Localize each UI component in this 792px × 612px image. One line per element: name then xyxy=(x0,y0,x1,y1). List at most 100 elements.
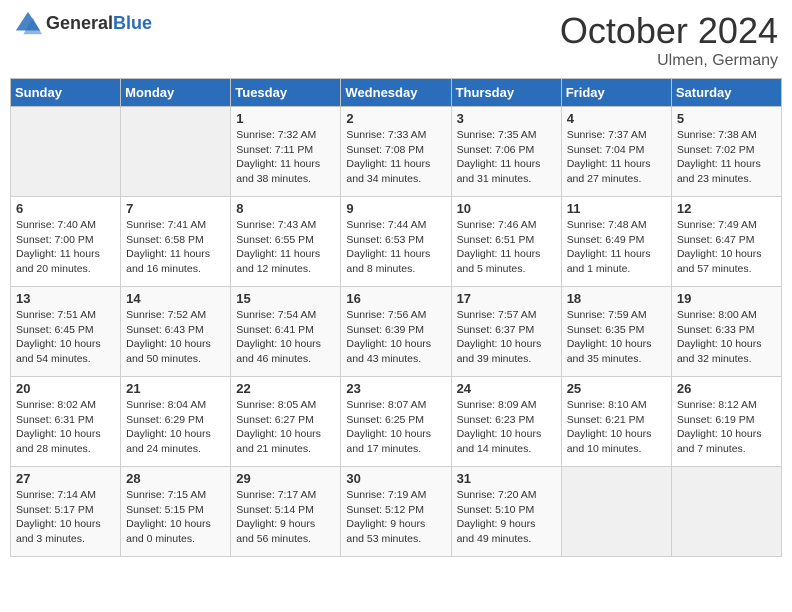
calendar-day-cell xyxy=(11,107,121,197)
day-info: Sunrise: 7:59 AM Sunset: 6:35 PM Dayligh… xyxy=(567,308,666,367)
day-info: Sunrise: 8:05 AM Sunset: 6:27 PM Dayligh… xyxy=(236,398,335,457)
day-info: Sunrise: 8:04 AM Sunset: 6:29 PM Dayligh… xyxy=(126,398,225,457)
day-number: 23 xyxy=(346,381,445,396)
day-number: 31 xyxy=(457,471,556,486)
day-info: Sunrise: 7:35 AM Sunset: 7:06 PM Dayligh… xyxy=(457,128,556,187)
location-title: Ulmen, Germany xyxy=(560,52,778,70)
day-number: 9 xyxy=(346,201,445,216)
day-info: Sunrise: 8:09 AM Sunset: 6:23 PM Dayligh… xyxy=(457,398,556,457)
day-info: Sunrise: 8:07 AM Sunset: 6:25 PM Dayligh… xyxy=(346,398,445,457)
calendar-day-cell: 22 Sunrise: 8:05 AM Sunset: 6:27 PM Dayli… xyxy=(231,377,341,467)
day-number: 12 xyxy=(677,201,776,216)
day-of-week-header: Monday xyxy=(121,79,231,107)
day-info: Sunrise: 7:49 AM Sunset: 6:47 PM Dayligh… xyxy=(677,218,776,277)
calendar-day-cell: 6 Sunrise: 7:40 AM Sunset: 7:00 PM Daylig… xyxy=(11,197,121,287)
day-number: 17 xyxy=(457,291,556,306)
day-number: 5 xyxy=(677,111,776,126)
calendar-week-row: 20 Sunrise: 8:02 AM Sunset: 6:31 PM Dayli… xyxy=(11,377,782,467)
calendar-day-cell: 16Sunrise: 7:56 AM Sunset: 6:39 PM Dayli… xyxy=(341,287,451,377)
day-of-week-header: Friday xyxy=(561,79,671,107)
calendar-day-cell: 5 Sunrise: 7:38 AM Sunset: 7:02 PM Daylig… xyxy=(671,107,781,197)
day-number: 15 xyxy=(236,291,335,306)
day-number: 6 xyxy=(16,201,115,216)
calendar-week-row: 27 Sunrise: 7:14 AM Sunset: 5:17 PM Dayli… xyxy=(11,467,782,557)
calendar-table: SundayMondayTuesdayWednesdayThursdayFrid… xyxy=(10,78,782,557)
day-info: Sunrise: 7:32 AM Sunset: 7:11 PM Dayligh… xyxy=(236,128,335,187)
calendar-day-cell: 23 Sunrise: 8:07 AM Sunset: 6:25 PM Dayli… xyxy=(341,377,451,467)
day-info: Sunrise: 7:44 AM Sunset: 6:53 PM Dayligh… xyxy=(346,218,445,277)
logo: GeneralBlue xyxy=(14,10,152,38)
day-info: Sunrise: 7:15 AM Sunset: 5:15 PM Dayligh… xyxy=(126,488,225,547)
calendar-day-cell xyxy=(671,467,781,557)
day-of-week-header: Sunday xyxy=(11,79,121,107)
calendar-day-cell: 20 Sunrise: 8:02 AM Sunset: 6:31 PM Dayli… xyxy=(11,377,121,467)
title-area: October 2024 Ulmen, Germany xyxy=(560,10,778,70)
day-info: Sunrise: 7:40 AM Sunset: 7:00 PM Dayligh… xyxy=(16,218,115,277)
day-info: Sunrise: 7:19 AM Sunset: 5:12 PM Dayligh… xyxy=(346,488,445,547)
calendar-day-cell: 4 Sunrise: 7:37 AM Sunset: 7:04 PM Daylig… xyxy=(561,107,671,197)
day-number: 21 xyxy=(126,381,225,396)
calendar-day-cell: 28 Sunrise: 7:15 AM Sunset: 5:15 PM Dayli… xyxy=(121,467,231,557)
day-info: Sunrise: 8:00 AM Sunset: 6:33 PM Dayligh… xyxy=(677,308,776,367)
day-number: 22 xyxy=(236,381,335,396)
day-number: 29 xyxy=(236,471,335,486)
day-info: Sunrise: 8:02 AM Sunset: 6:31 PM Dayligh… xyxy=(16,398,115,457)
day-info: Sunrise: 7:48 AM Sunset: 6:49 PM Dayligh… xyxy=(567,218,666,277)
calendar-day-cell: 9 Sunrise: 7:44 AM Sunset: 6:53 PM Daylig… xyxy=(341,197,451,287)
calendar-day-cell: 13Sunrise: 7:51 AM Sunset: 6:45 PM Dayli… xyxy=(11,287,121,377)
calendar-day-cell: 15 Sunrise: 7:54 AM Sunset: 6:41 PM Dayli… xyxy=(231,287,341,377)
day-number: 25 xyxy=(567,381,666,396)
day-number: 27 xyxy=(16,471,115,486)
calendar-day-cell: 11Sunrise: 7:48 AM Sunset: 6:49 PM Dayli… xyxy=(561,197,671,287)
day-info: Sunrise: 7:54 AM Sunset: 6:41 PM Dayligh… xyxy=(236,308,335,367)
day-number: 28 xyxy=(126,471,225,486)
day-number: 30 xyxy=(346,471,445,486)
calendar-day-cell: 8Sunrise: 7:43 AM Sunset: 6:55 PM Daylig… xyxy=(231,197,341,287)
calendar-header-row: SundayMondayTuesdayWednesdayThursdayFrid… xyxy=(11,79,782,107)
day-info: Sunrise: 8:12 AM Sunset: 6:19 PM Dayligh… xyxy=(677,398,776,457)
calendar-day-cell: 19Sunrise: 8:00 AM Sunset: 6:33 PM Dayli… xyxy=(671,287,781,377)
calendar-day-cell: 24 Sunrise: 8:09 AM Sunset: 6:23 PM Dayli… xyxy=(451,377,561,467)
header: GeneralBlue October 2024 Ulmen, Germany xyxy=(10,10,782,70)
day-info: Sunrise: 7:17 AM Sunset: 5:14 PM Dayligh… xyxy=(236,488,335,547)
day-info: Sunrise: 7:38 AM Sunset: 7:02 PM Dayligh… xyxy=(677,128,776,187)
day-of-week-header: Tuesday xyxy=(231,79,341,107)
day-info: Sunrise: 7:41 AM Sunset: 6:58 PM Dayligh… xyxy=(126,218,225,277)
day-of-week-header: Thursday xyxy=(451,79,561,107)
calendar-day-cell xyxy=(561,467,671,557)
day-info: Sunrise: 7:37 AM Sunset: 7:04 PM Dayligh… xyxy=(567,128,666,187)
day-number: 20 xyxy=(16,381,115,396)
day-number: 2 xyxy=(346,111,445,126)
calendar-day-cell: 2 Sunrise: 7:33 AM Sunset: 7:08 PM Daylig… xyxy=(341,107,451,197)
day-of-week-header: Saturday xyxy=(671,79,781,107)
calendar-day-cell: 18 Sunrise: 7:59 AM Sunset: 6:35 PM Dayli… xyxy=(561,287,671,377)
calendar-day-cell: 21 Sunrise: 8:04 AM Sunset: 6:29 PM Dayli… xyxy=(121,377,231,467)
month-title: October 2024 xyxy=(560,10,778,52)
calendar-week-row: 13Sunrise: 7:51 AM Sunset: 6:45 PM Dayli… xyxy=(11,287,782,377)
day-number: 1 xyxy=(236,111,335,126)
day-info: Sunrise: 7:33 AM Sunset: 7:08 PM Dayligh… xyxy=(346,128,445,187)
day-number: 4 xyxy=(567,111,666,126)
calendar-week-row: 6 Sunrise: 7:40 AM Sunset: 7:00 PM Daylig… xyxy=(11,197,782,287)
day-info: Sunrise: 8:10 AM Sunset: 6:21 PM Dayligh… xyxy=(567,398,666,457)
calendar-day-cell: 30 Sunrise: 7:19 AM Sunset: 5:12 PM Dayli… xyxy=(341,467,451,557)
calendar-day-cell xyxy=(121,107,231,197)
logo-blue-text: Blue xyxy=(113,13,152,33)
logo-icon xyxy=(14,10,42,38)
calendar-day-cell: 25 Sunrise: 8:10 AM Sunset: 6:21 PM Dayli… xyxy=(561,377,671,467)
calendar-day-cell: 31Sunrise: 7:20 AM Sunset: 5:10 PM Dayli… xyxy=(451,467,561,557)
day-of-week-header: Wednesday xyxy=(341,79,451,107)
day-number: 24 xyxy=(457,381,556,396)
day-number: 10 xyxy=(457,201,556,216)
calendar-day-cell: 10Sunrise: 7:46 AM Sunset: 6:51 PM Dayli… xyxy=(451,197,561,287)
day-number: 7 xyxy=(126,201,225,216)
day-number: 13 xyxy=(16,291,115,306)
calendar-day-cell: 14Sunrise: 7:52 AM Sunset: 6:43 PM Dayli… xyxy=(121,287,231,377)
calendar-day-cell: 3Sunrise: 7:35 AM Sunset: 7:06 PM Daylig… xyxy=(451,107,561,197)
calendar-week-row: 1 Sunrise: 7:32 AM Sunset: 7:11 PM Daylig… xyxy=(11,107,782,197)
day-info: Sunrise: 7:14 AM Sunset: 5:17 PM Dayligh… xyxy=(16,488,115,547)
day-info: Sunrise: 7:52 AM Sunset: 6:43 PM Dayligh… xyxy=(126,308,225,367)
logo-general-text: General xyxy=(46,13,113,33)
day-number: 18 xyxy=(567,291,666,306)
calendar-day-cell: 17Sunrise: 7:57 AM Sunset: 6:37 PM Dayli… xyxy=(451,287,561,377)
